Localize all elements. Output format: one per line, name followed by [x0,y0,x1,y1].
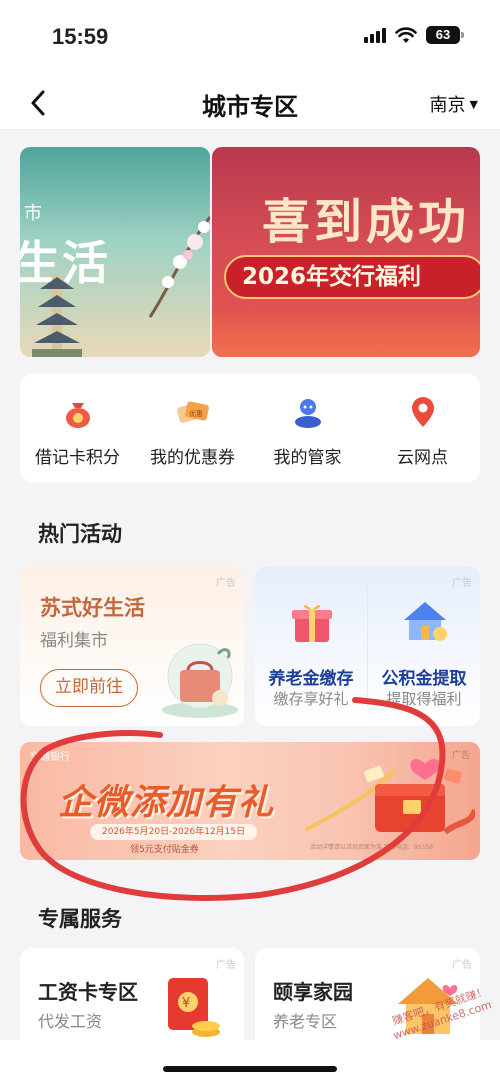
quick-item-label: 借记卡积分 [35,448,120,468]
service-card-title: 工资卡专区 [38,980,138,1004]
coupon-icon: 优惠 [176,401,209,423]
blossom-illustration [148,216,210,318]
wifi-icon [395,26,417,43]
money-bag-icon [66,403,90,428]
svg-text:¥: ¥ [182,996,190,1011]
quick-item-points[interactable]: 借记卡积分 [20,373,135,483]
banner-left-text-1: 市 [24,203,42,224]
promo-coupon-text: 领5元支付贴金券 [130,845,199,855]
housing-fund-subtitle: 提取得福利 [386,690,462,708]
quick-item-butler[interactable]: 我的管家 [250,373,365,483]
status-time: 15:59 [52,24,109,49]
service-card-subtitle: 养老专区 [273,1012,338,1031]
city-name: 南京 [429,95,466,116]
housing-fund-item[interactable]: 公积金提取 提取得福利 [368,566,480,726]
battery-icon: 63 [426,26,464,44]
location-pin-icon [412,397,434,427]
house-icon [404,602,447,641]
banner-slide-benefits[interactable]: 喜到成功 2026年交行福利 [212,147,480,357]
pension-deposit-subtitle: 缴存享好礼 [273,690,349,708]
city-selector[interactable]: 南京 ▼ [430,91,478,117]
banner-right-headline: 喜到成功 [262,194,471,250]
pagoda-illustration [32,275,82,357]
top-banner-carousel[interactable]: 市 生活 喜到成功 2026年交行福利 [20,147,480,357]
service-card-subtitle: 代发工资 [38,1012,103,1031]
activity-card-subtitle: 福利集市 [40,631,108,651]
home-indicator[interactable] [163,1066,337,1072]
gift-bag-illustration [162,643,238,718]
banner-right-subline: 2026年交行福利 [224,255,480,299]
promo-date-range: 2026年5月20日-2026年12月15日 [90,824,258,840]
bank-logo-text: 交通银行 [30,752,70,763]
page-title: 城市专区 [202,93,298,121]
activity-card-fund-group: 广告 养老金缴存 缴存享好礼 公积金提取 提取得福利 [255,566,480,726]
activity-card-suzhou-life[interactable]: 广告 苏式好生活 福利集市 立即前往 [20,566,244,726]
housing-fund-title: 公积金提取 [381,669,467,689]
banner-slide-city-life[interactable]: 市 生活 [20,147,210,357]
quick-item-label: 云网点 [397,448,448,468]
quick-item-label: 我的管家 [273,448,342,468]
city-zone-page: 15:59 63 城市专区 南京 ▼ 市 生活 喜到成功 2026年交行福利 借… [0,0,500,1084]
butler-icon [295,399,321,428]
nav-bar: 城市专区 南京 ▼ [0,75,500,130]
activity-card-title: 苏式好生活 [40,596,145,620]
gift-chest-illustration [305,758,475,835]
status-icons: 63 [364,26,464,44]
go-now-button[interactable]: 立即前往 [40,669,138,707]
quick-menu: 借记卡积分 优惠 我的优惠券 我的管家 云网点 [20,373,480,483]
status-bar: 15:59 63 [0,0,500,75]
gift-box-icon [292,605,332,642]
exclusive-services-title: 专属服务 [38,907,122,931]
red-envelope-icon: ¥ [168,978,220,1037]
pension-deposit-item[interactable]: 养老金缴存 缴存享好礼 [255,566,367,726]
promo-terms-text: 活动详情请以活动页面为准 客服电话：95559 [310,844,433,851]
caret-down-icon: ▼ [469,97,478,111]
cellular-signal-icon [364,27,386,43]
quick-item-cloud-branch[interactable]: 云网点 [365,373,480,483]
hot-activities-title: 热门活动 [38,522,122,546]
ad-badge: 广告 [216,578,236,589]
quick-item-coupons[interactable]: 优惠 我的优惠券 [135,373,250,483]
pension-deposit-title: 养老金缴存 [268,669,354,689]
svg-text:优惠: 优惠 [189,409,203,418]
wecom-promo-banner[interactable]: 交通银行 广告 企微添加有礼 2026年5月20日-2026年12月15日 领5… [20,742,480,860]
promo-headline: 企微添加有礼 [58,782,275,823]
bottom-safe-area [0,1040,500,1084]
service-card-title: 颐享家园 [273,980,353,1004]
quick-item-label: 我的优惠券 [150,448,235,468]
banner-right-base [212,307,480,357]
